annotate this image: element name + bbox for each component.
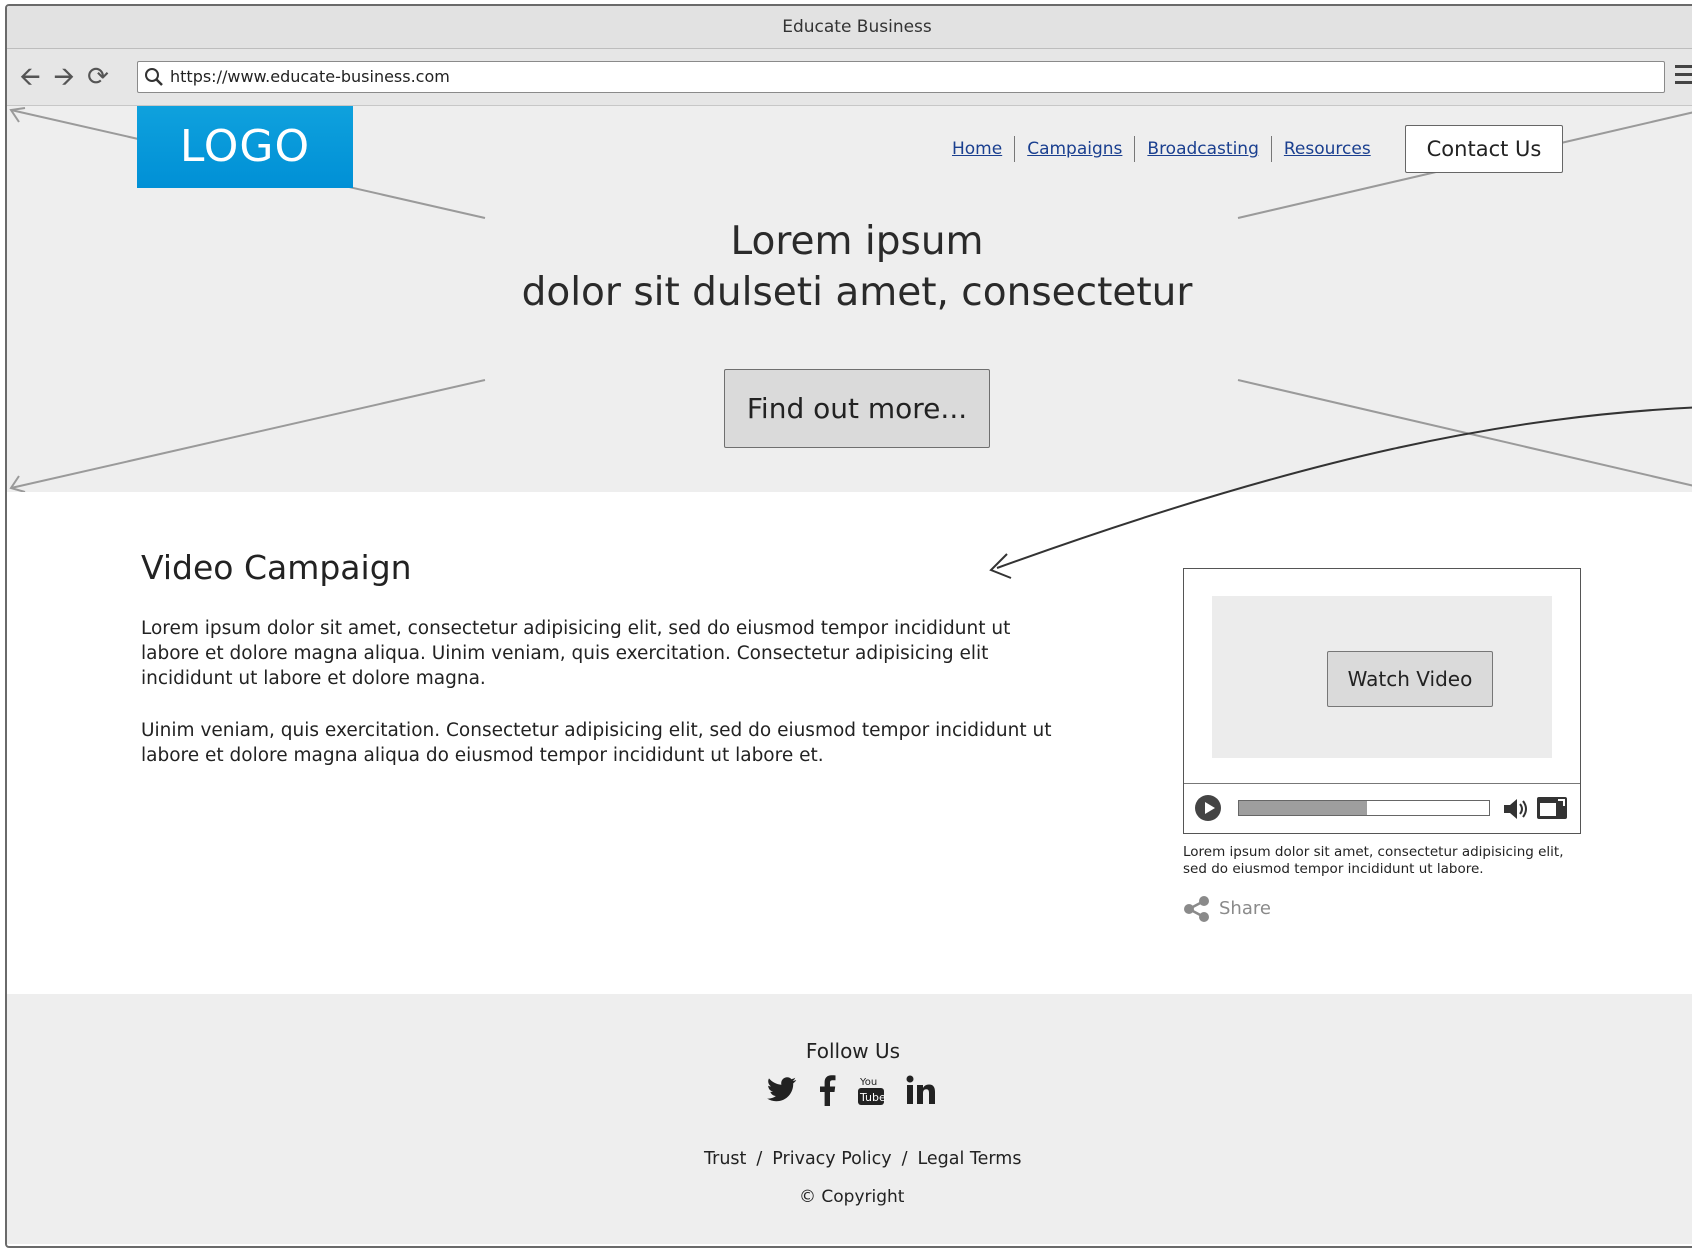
share-label: Share [1219,898,1271,919]
social-links: You Tube [767,1074,952,1114]
copyright-icon: © [799,1187,816,1207]
hero-section: LOGO Home Campaigns Broadcasting Resources … [7,106,1692,492]
footer-link-privacy[interactable]: Privacy Policy [772,1149,891,1169]
main-content: Video Campaign Lorem ipsum dolor sit ame… [7,492,1692,994]
twitter-icon[interactable] [767,1077,797,1107]
address-bar[interactable]: https://www.educate-business.com [137,61,1665,93]
linkedin-icon[interactable] [906,1075,936,1109]
fullscreen-icon[interactable] [1536,796,1568,820]
back-arrow-icon[interactable]: 🡨 [15,63,45,91]
footer-link-legal[interactable]: Legal Terms [917,1149,1021,1169]
search-icon [145,68,163,86]
copyright: © Copyright [799,1187,904,1207]
nav-home[interactable]: Home [952,139,1002,159]
follow-us-label: Follow Us [805,1039,901,1063]
svg-text:Tube: Tube [859,1091,885,1104]
forward-arrow-icon[interactable]: 🡪 [49,63,79,91]
nav-broadcasting[interactable]: Broadcasting [1147,139,1258,159]
play-icon[interactable] [1194,794,1222,822]
paragraph-2: Uinim veniam, quis exercitation. Consect… [141,720,1052,766]
paragraph-1: Lorem ipsum dolor sit amet, consectetur … [141,618,1011,689]
video-controls [1184,783,1580,834]
find-out-more-button[interactable]: Find out more... [724,369,990,448]
facebook-icon[interactable] [818,1074,836,1110]
share-button[interactable]: Share [1183,896,1271,922]
hamburger-menu-icon[interactable] [1675,65,1692,89]
share-icon [1184,896,1209,922]
logo[interactable]: LOGO [137,106,353,188]
url-text: https://www.educate-business.com [170,67,450,86]
youtube-icon[interactable]: You Tube [857,1074,886,1110]
reload-icon[interactable]: ⟳ [83,63,113,91]
video-progress-bar[interactable] [1238,800,1490,816]
video-caption: Lorem ipsum dolor sit amet, consectetur … [1183,844,1564,877]
footer-links: Trust / Privacy Policy / Legal Terms [704,1149,1022,1169]
watch-video-button[interactable]: Watch Video [1327,651,1493,707]
volume-icon[interactable] [1502,796,1530,822]
copyright-label: Copyright [821,1187,905,1207]
browser-window: Educate Business 🡨 🡪 ⟳ https://www.educa… [5,4,1692,1248]
nav-campaigns[interactable]: Campaigns [1027,139,1122,159]
video-progress-fill [1239,801,1367,815]
hero-title: Lorem ipsum dolor sit dulseti amet, cons… [407,216,1307,318]
video-player: Watch Video [1183,568,1581,834]
window-title: Educate Business [7,6,1692,49]
svg-text:You: You [859,1077,877,1088]
main-nav: Home Campaigns Broadcasting Resources [952,136,1371,162]
nav-resources[interactable]: Resources [1284,139,1371,159]
contact-us-button[interactable]: Contact Us [1405,125,1563,173]
footer-link-trust[interactable]: Trust [704,1149,746,1169]
video-screen[interactable]: Watch Video [1212,596,1552,758]
section-title: Video Campaign [141,548,412,587]
browser-toolbar: 🡨 🡪 ⟳ https://www.educate-business.com [7,49,1692,106]
footer: Follow Us You Tube Trust / Privacy Policy / L… [7,994,1692,1244]
hero-title-line-2: dolor sit dulseti amet, consectetur [521,270,1193,315]
hero-title-line-1: Lorem ipsum [730,219,984,264]
